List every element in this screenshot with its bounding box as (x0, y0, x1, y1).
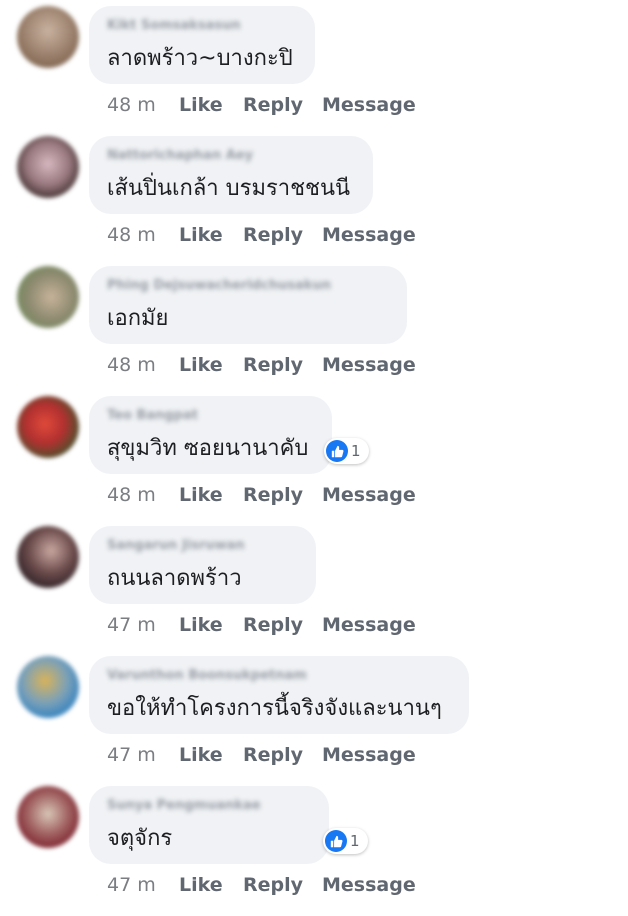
comment-bubble: Teo Bangpat สุขุมวิท ซอยนานาคับ (89, 396, 332, 474)
message-button[interactable]: Message (322, 222, 416, 248)
comment-timestamp[interactable]: 48 m (107, 222, 179, 248)
like-button[interactable]: Like (179, 872, 243, 898)
reaction-count: 1 (351, 442, 361, 460)
message-button[interactable]: Message (322, 612, 416, 638)
message-button[interactable]: Message (322, 92, 416, 118)
thumbs-up-icon (326, 440, 348, 462)
commenter-name[interactable]: Sunya Pengmuankae (107, 794, 311, 818)
reply-button[interactable]: Reply (243, 872, 322, 898)
comment-timestamp[interactable]: 47 m (107, 612, 179, 638)
comment: Varunthon Boonsukpetnam ขอให้ทำโครงการนี… (0, 656, 628, 786)
comment-bubble: Nattorichaphan Aey เส้นปิ่นเกล้า บรมราชช… (89, 136, 373, 214)
comment-bubble: Varunthon Boonsukpetnam ขอให้ทำโครงการนี… (89, 656, 469, 734)
like-button[interactable]: Like (179, 222, 243, 248)
comment: Sunya Pengmuankae จตุจักร 1 47 m Like Repl… (0, 786, 628, 916)
reply-button[interactable]: Reply (243, 612, 322, 638)
reply-button[interactable]: Reply (243, 482, 322, 508)
message-button[interactable]: Message (322, 482, 416, 508)
comment: Nattorichaphan Aey เส้นปิ่นเกล้า บรมราชช… (0, 136, 628, 266)
comment: Kikt Somsaksasun ลาดพร้าว~บางกะปิ 48 m Li… (0, 6, 628, 136)
commenter-name[interactable]: Sangarun Jisruwan (107, 534, 298, 558)
comment-actions: 47 m Like Reply Message (107, 872, 416, 898)
avatar[interactable] (17, 786, 79, 848)
comment-bubble: Kikt Somsaksasun ลาดพร้าว~บางกะปิ (89, 6, 315, 84)
reply-button[interactable]: Reply (243, 92, 322, 118)
comment: Phing Dejsuwacheridchusakun เอกมัย 48 mL… (0, 266, 628, 396)
comment-actions: 48 m Like Reply Message (107, 352, 416, 378)
message-button[interactable]: Message (322, 872, 416, 898)
reply-button[interactable]: Reply (243, 742, 322, 768)
comment-timestamp[interactable]: 48 m (107, 352, 179, 378)
like-reaction-badge[interactable]: 1 (323, 828, 368, 854)
reply-button[interactable]: Reply (243, 222, 322, 248)
comment-actions: 48 m Like Reply Message (107, 92, 416, 118)
comment: Sangarun Jisruwan ถนนลาดพร้าว 47 m Like Re… (0, 526, 628, 656)
comment-actions: 47 m Like Reply Message (107, 742, 416, 768)
comment-text: ถนนลาดพร้าว (107, 566, 242, 591)
comment-text: ลาดพร้าว~บางกะปิ (107, 46, 293, 71)
avatar[interactable] (17, 656, 79, 718)
like-button[interactable]: Like (179, 92, 243, 118)
avatar[interactable] (17, 266, 79, 328)
comment-actions: 47 m Like Reply Message (107, 612, 416, 638)
commenter-name[interactable]: Teo Bangpat (107, 404, 314, 428)
thumbs-up-icon (325, 830, 347, 852)
comment-timestamp[interactable]: 47 m (107, 872, 179, 898)
comment-timestamp[interactable]: 47 m (107, 742, 179, 768)
comment-text: เส้นปิ่นเกล้า บรมราชชนนี (107, 176, 351, 201)
like-button[interactable]: Like (179, 612, 243, 638)
commenter-name[interactable]: Kikt Somsaksasun (107, 14, 297, 38)
comment-timestamp[interactable]: 48 m (107, 92, 179, 118)
comment-bubble: Sunya Pengmuankae จตุจักร (89, 786, 329, 864)
commenter-name[interactable]: Varunthon Boonsukpetnam (107, 664, 451, 688)
like-button[interactable]: Like (179, 482, 243, 508)
comment-text: ขอให้ทำโครงการนี้จริงจังและนานๆ (107, 696, 442, 721)
avatar[interactable] (17, 396, 79, 458)
comment-text: จตุจักร (107, 826, 173, 851)
comment-text: สุขุมวิท ซอยนานาคับ (107, 436, 309, 461)
comments-list: Kikt Somsaksasun ลาดพร้าว~บางกะปิ 48 m Li… (0, 0, 628, 902)
commenter-name[interactable]: Phing Dejsuwacheridchusakun (107, 274, 389, 298)
avatar[interactable] (17, 526, 79, 588)
avatar[interactable] (17, 6, 79, 68)
message-button[interactable]: Message (322, 352, 416, 378)
comment-text: เอกมัย (107, 306, 169, 331)
comment-bubble: Sangarun Jisruwan ถนนลาดพร้าว (89, 526, 316, 604)
comment-bubble: Phing Dejsuwacheridchusakun เอกมัย (89, 266, 407, 344)
reply-button[interactable]: Reply (243, 352, 322, 378)
reaction-count: 1 (350, 832, 360, 850)
message-button[interactable]: Message (322, 742, 416, 768)
like-button[interactable]: Like (179, 742, 243, 768)
comment-actions: 48 m Like Reply Message (107, 482, 416, 508)
comment-timestamp[interactable]: 48 m (107, 482, 179, 508)
like-button[interactable]: Like (179, 352, 243, 378)
commenter-name[interactable]: Nattorichaphan Aey (107, 144, 355, 168)
comment-actions: 48 m Like Reply Message (107, 222, 416, 248)
comment: Teo Bangpat สุขุมวิท ซอยนานาคับ 1 48 m Li… (0, 396, 628, 526)
avatar[interactable] (17, 136, 79, 198)
like-reaction-badge[interactable]: 1 (324, 438, 369, 464)
